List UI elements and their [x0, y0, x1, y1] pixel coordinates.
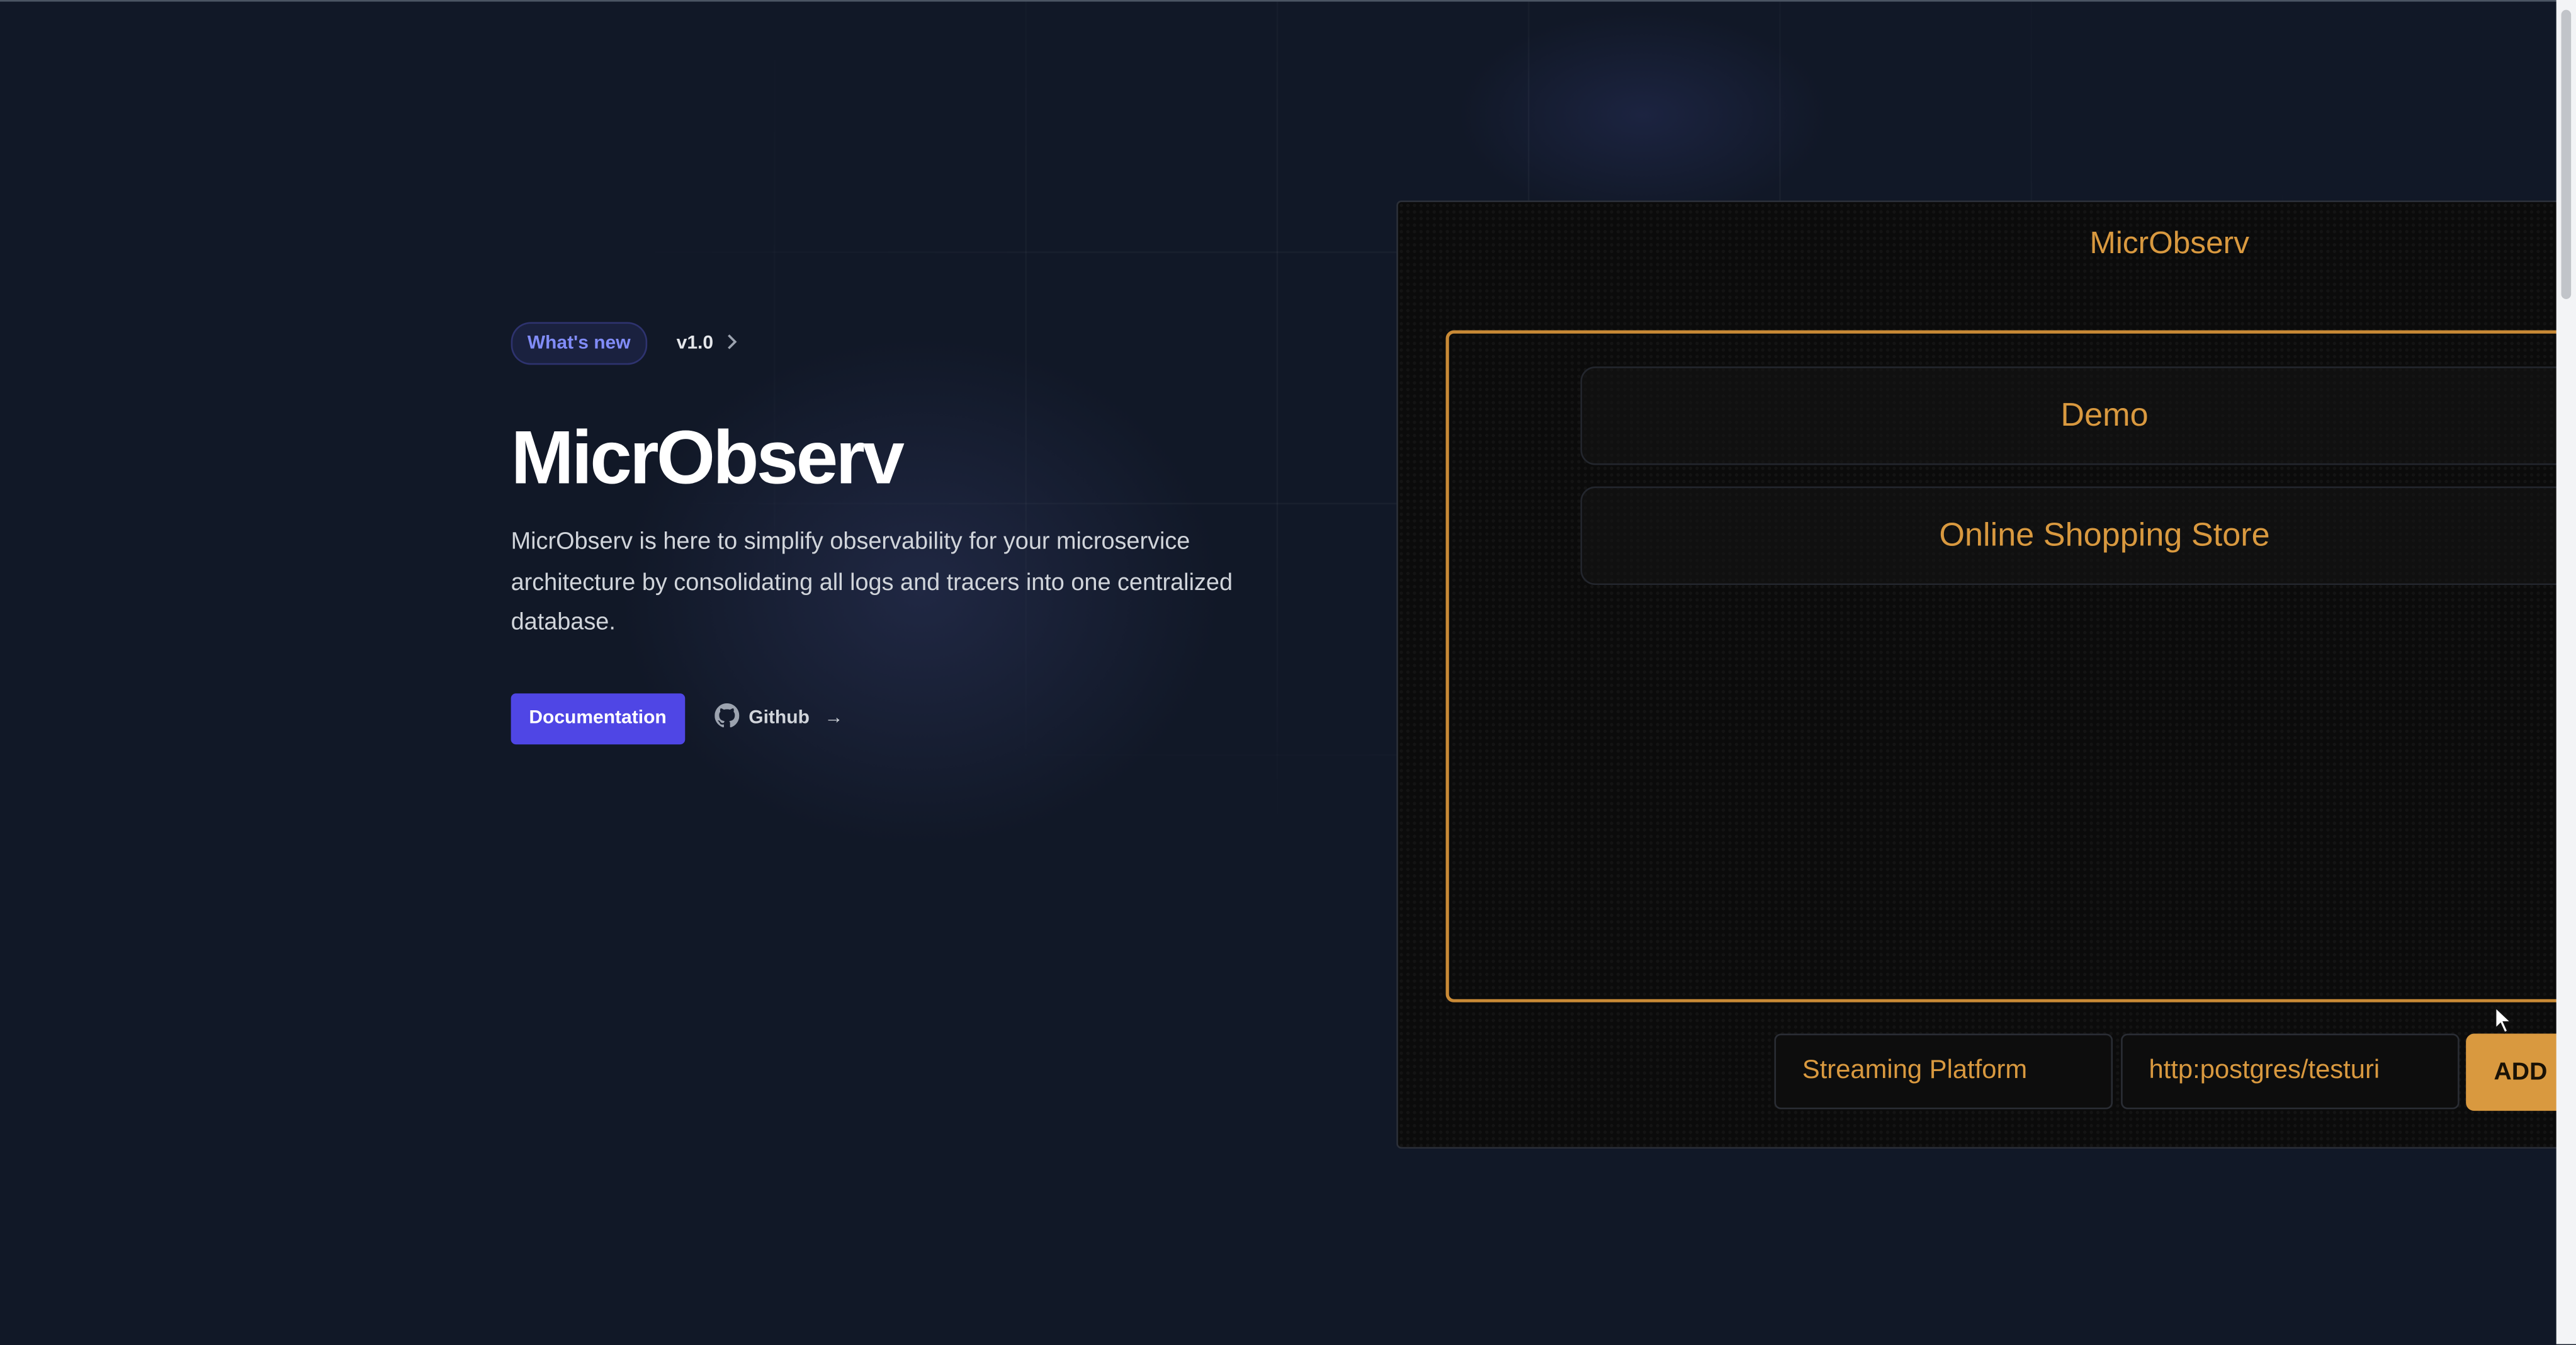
project-list-panel: Demo Online Shopping Store [1445, 330, 2576, 1002]
documentation-button[interactable]: Documentation [511, 692, 685, 744]
app-title: MicrObserv [2089, 227, 2250, 261]
hero-description: MicrObserv is here to simplify observabi… [511, 529, 1233, 636]
version-link[interactable]: v1.0 [677, 332, 738, 355]
project-label: Online Shopping Store [1939, 518, 2270, 554]
announcement-row: What's new v1.0 [511, 322, 1267, 365]
version-label: v1.0 [676, 333, 714, 354]
top-divider [0, 0, 2576, 2]
project-label: Demo [2060, 397, 2149, 434]
mouse-cursor-icon [2494, 1005, 2514, 1035]
github-icon [714, 703, 739, 733]
github-link[interactable]: Github → [714, 703, 843, 733]
app-preview-window: MicrObserv Demo Online Shopping Store AD… [1396, 200, 2576, 1149]
github-label: Github [749, 708, 810, 729]
cta-row: Documentation Github → [511, 692, 1267, 744]
project-item-online-shopping-store[interactable]: Online Shopping Store [1580, 486, 2576, 586]
project-item-demo[interactable]: Demo [1580, 366, 2576, 465]
database-uri-input[interactable] [2121, 1033, 2460, 1109]
arrow-right-icon: → [824, 708, 844, 729]
page-title: MicrObserv [511, 414, 905, 500]
page-scrollbar[interactable] [2556, 0, 2576, 1344]
chevron-right-icon [726, 332, 738, 355]
whats-new-badge[interactable]: What's new [511, 322, 647, 365]
scrollbar-thumb[interactable] [2561, 9, 2572, 299]
hero-section: What's new v1.0 MicrObserv MicrObserv is… [511, 322, 1267, 744]
page: What's new v1.0 MicrObserv MicrObserv is… [0, 0, 2576, 1344]
project-name-input[interactable] [1774, 1033, 2113, 1109]
